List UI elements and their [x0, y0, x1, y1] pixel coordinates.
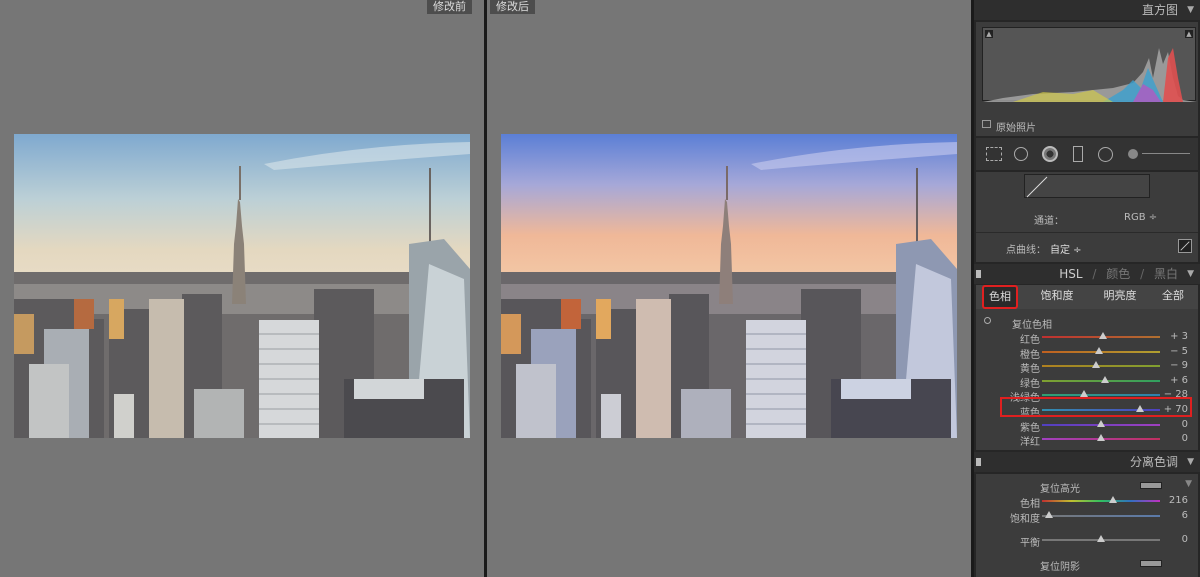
- color-tab[interactable]: 颜色: [1106, 267, 1130, 281]
- slider-track[interactable]: [1042, 514, 1160, 517]
- slider-label: 饱和度: [1010, 513, 1040, 525]
- split-toning-section: 复位高光 ▼ 色相 216 饱和度 6 平衡 0 复位阴影: [976, 474, 1198, 577]
- brush-size-track[interactable]: [1142, 153, 1190, 154]
- slider-thumb[interactable]: [1100, 375, 1109, 383]
- collapse-triangle-icon[interactable]: ▼: [1185, 479, 1192, 489]
- histogram-section: ▲ ▲ 原始照片: [976, 22, 1198, 136]
- slider-thumb[interactable]: [1097, 535, 1105, 542]
- slider-thumb[interactable]: [1094, 346, 1103, 354]
- slider-thumb[interactable]: [1097, 419, 1105, 427]
- slider-thumb[interactable]: [1092, 361, 1101, 369]
- slider-row[interactable]: 紫色 0: [976, 418, 1198, 434]
- brush-icon[interactable]: [1128, 149, 1138, 159]
- separator: /: [1140, 267, 1145, 281]
- balance-slider[interactable]: 平衡 0: [976, 533, 1198, 549]
- slider-row[interactable]: 色相 216: [976, 494, 1198, 510]
- slider-value[interactable]: + 6: [1170, 375, 1188, 386]
- bw-tab[interactable]: 黑白: [1154, 267, 1178, 281]
- point-curve-select[interactable]: 自定 ÷: [1050, 241, 1082, 256]
- channel-label: 通道：: [1034, 216, 1064, 227]
- clipping-shadow-icon[interactable]: ▲: [985, 30, 993, 38]
- slider-label: 洋红: [1020, 437, 1040, 449]
- slider-row[interactable]: 饱和度 6: [976, 509, 1198, 525]
- clipping-highlight-icon[interactable]: ▲: [1185, 30, 1193, 38]
- divider-line: [976, 232, 1198, 233]
- graduated-filter-icon[interactable]: [1073, 146, 1083, 162]
- slider-label: 平衡: [1020, 538, 1040, 549]
- hsl-section: 色相 饱和度 明亮度 全部 复位色相 红色 + 3 橙色 − 5 黄色 − 9 绿色 + 6浅…: [976, 285, 1198, 450]
- reset-hue[interactable]: 复位色相: [1012, 316, 1052, 331]
- slider-value[interactable]: − 9: [1170, 360, 1188, 371]
- slider-value[interactable]: 6: [1182, 510, 1188, 521]
- panel-switch-icon[interactable]: [976, 270, 981, 278]
- channel-select[interactable]: RGB ÷: [1124, 212, 1157, 223]
- collapse-triangle-icon[interactable]: ▼: [1187, 264, 1194, 284]
- slider-value[interactable]: − 5: [1170, 346, 1188, 357]
- slider-thumb[interactable]: [1045, 510, 1054, 518]
- after-photo: [501, 134, 957, 438]
- slider-row[interactable]: 黄色 − 9: [976, 359, 1198, 375]
- hsl-tab[interactable]: HSL: [1059, 267, 1082, 281]
- slider-row[interactable]: 洋红 0: [976, 432, 1198, 449]
- slider-thumb[interactable]: [1108, 496, 1117, 503]
- reset-shadow[interactable]: 复位阴影: [1040, 558, 1080, 573]
- before-label: 修改前: [427, 0, 472, 14]
- after-label: 修改后: [490, 0, 535, 14]
- hsl-tab-bar: 色相 饱和度 明亮度 全部: [976, 285, 1198, 309]
- slider-row[interactable]: 橙色 − 5: [976, 345, 1198, 361]
- split-toning-title: 分离色调: [1129, 455, 1178, 469]
- collapse-triangle-icon[interactable]: ▼: [1187, 0, 1194, 20]
- slider-thumb[interactable]: [1099, 332, 1108, 339]
- slider-value[interactable]: 0: [1182, 419, 1188, 430]
- slider-value[interactable]: 0: [1182, 534, 1188, 545]
- tab-saturation[interactable]: 饱和度: [1032, 285, 1082, 307]
- slider-track[interactable]: [1042, 365, 1160, 368]
- shadow-color-swatch[interactable]: [1140, 560, 1162, 567]
- original-photo-label: 原始照片: [996, 123, 1036, 134]
- collapse-triangle-icon[interactable]: ▼: [1187, 452, 1194, 472]
- reset-highlight[interactable]: 复位高光: [1040, 480, 1080, 495]
- slider-value[interactable]: + 3: [1170, 331, 1188, 342]
- split-toning-header[interactable]: 分离色调 ▼: [974, 452, 1200, 472]
- edit-point-curve-icon[interactable]: [1178, 239, 1192, 253]
- panel-switch-icon[interactable]: [976, 458, 981, 466]
- before-photo: [14, 134, 470, 438]
- hsl-header[interactable]: HSL / 颜色 / 黑白 ▼: [974, 264, 1200, 284]
- point-curve-label: 点曲线：: [1006, 245, 1046, 256]
- original-photo-checkbox[interactable]: [982, 120, 991, 128]
- tab-hue[interactable]: 色相: [982, 285, 1018, 309]
- tab-all[interactable]: 全部: [1154, 285, 1192, 307]
- develop-panel: 直方图 ▼ ▲ ▲ 原始照片 通道： RGB ÷ 点曲线： 自定 ÷ HSL /…: [974, 0, 1200, 577]
- tone-curve-graph[interactable]: [1024, 174, 1150, 198]
- tone-curve-section: 通道： RGB ÷ 点曲线： 自定 ÷: [976, 172, 1198, 262]
- slider-value[interactable]: 216: [1169, 495, 1188, 506]
- histogram-title: 直方图: [1141, 3, 1178, 17]
- radial-filter-icon[interactable]: [1098, 147, 1113, 162]
- histogram-header[interactable]: 直方图 ▼: [974, 0, 1200, 20]
- slider-value[interactable]: 0: [1182, 433, 1188, 444]
- slider-row[interactable]: 红色 + 3: [976, 330, 1198, 346]
- target-adjust-icon[interactable]: [984, 317, 991, 324]
- red-eye-icon[interactable]: [1042, 146, 1058, 162]
- highlight-color-swatch[interactable]: [1140, 482, 1162, 489]
- separator: /: [1092, 267, 1097, 281]
- crop-icon[interactable]: [986, 147, 1002, 161]
- tool-strip: [976, 138, 1198, 170]
- before-pane: 修改前: [0, 0, 484, 577]
- slider-thumb[interactable]: [1097, 434, 1105, 442]
- histogram: ▲ ▲: [982, 27, 1197, 102]
- tab-luminance[interactable]: 明亮度: [1094, 285, 1146, 307]
- slider-track[interactable]: [1042, 500, 1160, 502]
- after-pane: 修改后: [487, 0, 971, 577]
- blue-highlight-box: [1000, 397, 1192, 417]
- spot-removal-icon[interactable]: [1014, 147, 1028, 161]
- slider-row[interactable]: 绿色 + 6: [976, 374, 1198, 390]
